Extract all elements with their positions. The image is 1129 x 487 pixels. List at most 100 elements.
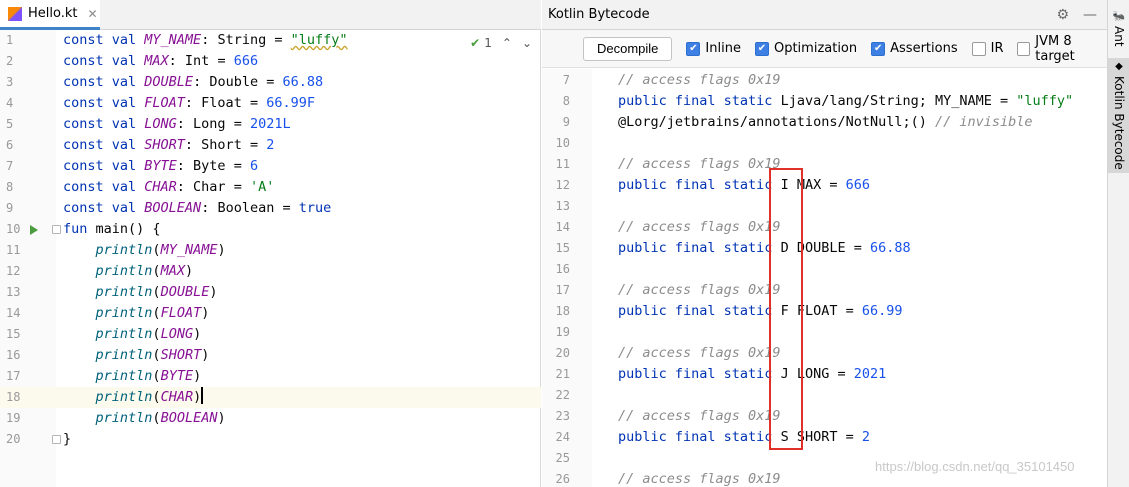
code-token: BYTE bbox=[144, 158, 177, 174]
code-token: // invisible bbox=[934, 114, 1033, 130]
code-token: 2021L bbox=[249, 116, 291, 132]
option-ir[interactable]: IR bbox=[971, 41, 1004, 56]
code-line: println(DOUBLE) bbox=[56, 282, 541, 303]
gear-icon[interactable]: ⚙ bbox=[1056, 7, 1069, 23]
code-token: public final static bbox=[618, 429, 781, 445]
code-token: @Lorg/jetbrains/annotations/NotNull;() bbox=[618, 114, 935, 130]
code-token: 66.88 bbox=[869, 240, 911, 256]
code-token: println bbox=[95, 284, 153, 300]
code-token: : Boolean = bbox=[201, 200, 299, 216]
line-number: 7 bbox=[6, 159, 14, 173]
checkbox-checked-icon[interactable]: ✔ bbox=[754, 41, 769, 56]
code-token: // access flags 0x19 bbox=[618, 471, 781, 487]
checkbox-unchecked-icon[interactable] bbox=[971, 41, 986, 56]
code-token: const val bbox=[63, 179, 145, 195]
gutter-line: 4 bbox=[0, 93, 56, 114]
run-icon[interactable] bbox=[30, 225, 38, 235]
code-token: println bbox=[95, 305, 153, 321]
code-token: const val bbox=[63, 74, 145, 90]
bytecode-line: public final static J LONG = 2021 bbox=[592, 364, 1107, 385]
minimize-icon[interactable]: — bbox=[1083, 7, 1097, 23]
line-number: 24 bbox=[555, 430, 570, 444]
code-token: MAX bbox=[144, 53, 169, 69]
code-token: CHAR bbox=[144, 179, 177, 195]
line-number: 26 bbox=[555, 472, 570, 486]
line-number: 4 bbox=[6, 96, 14, 110]
code-token: public final static bbox=[618, 240, 781, 256]
tab-label: Hello.kt bbox=[28, 6, 78, 21]
bytecode-viewer[interactable]: // access flags 0x19 public final static … bbox=[592, 69, 1107, 487]
code-editor[interactable]: const val MY_NAME: String = "luffy" const… bbox=[56, 30, 541, 487]
code-token: 2 bbox=[861, 429, 870, 445]
code-token: // access flags 0x19 bbox=[618, 72, 781, 88]
option-optimization[interactable]: ✔ Optimization bbox=[754, 41, 857, 56]
option-label: JVM 8 target bbox=[1035, 33, 1075, 64]
code-token: : Long = bbox=[176, 116, 250, 132]
gutter-line: 7 bbox=[0, 156, 56, 177]
line-number: 3 bbox=[6, 75, 14, 89]
option-inline[interactable]: ✔ Inline bbox=[686, 41, 741, 56]
code-line: println(LONG) bbox=[56, 324, 541, 345]
bytecode-line: // access flags 0x19 bbox=[592, 154, 1107, 175]
option-assertions[interactable]: ✔ Assertions bbox=[871, 41, 958, 56]
option-jvm-8-target[interactable]: JVM 8 target bbox=[1017, 34, 1107, 64]
option-label: IR bbox=[990, 41, 1004, 56]
gutter-line: 19 bbox=[0, 408, 56, 429]
chevron-up-icon[interactable]: ⌃ bbox=[502, 36, 512, 50]
code-token: SHORT bbox=[160, 347, 202, 363]
code-line: const val BYTE: Byte = 6 bbox=[56, 156, 541, 177]
inspection-widget[interactable]: ✔ 1 ⌃ ⌄ bbox=[470, 36, 532, 50]
code-token: // access flags 0x19 bbox=[618, 156, 781, 172]
code-line: println(CHAR) bbox=[56, 387, 541, 408]
tab-hello-kt[interactable]: Hello.kt ✕ bbox=[0, 0, 100, 30]
chevron-down-icon[interactable]: ⌄ bbox=[522, 36, 532, 50]
line-number: 6 bbox=[6, 138, 14, 152]
code-token: 2 bbox=[266, 137, 275, 153]
code-token: const val bbox=[63, 53, 145, 69]
code-token: ) bbox=[193, 389, 202, 405]
tool-tab-ant[interactable]: 🐜 Ant bbox=[1108, 8, 1129, 48]
line-number: 21 bbox=[555, 367, 570, 381]
checkbox-checked-icon[interactable]: ✔ bbox=[686, 41, 701, 56]
code-token: const val bbox=[63, 158, 145, 174]
code-token: public final static bbox=[618, 303, 781, 319]
watermark: https://blog.csdn.net/qq_35101450 bbox=[875, 459, 1075, 474]
code-token: "luffy" bbox=[290, 32, 348, 48]
line-number: 5 bbox=[6, 117, 14, 131]
line-number: 13 bbox=[6, 285, 21, 299]
decompile-button[interactable]: Decompile bbox=[583, 36, 673, 61]
code-token: FLOAT bbox=[144, 95, 185, 111]
bytecode-line: public final static D DOUBLE = 66.88 bbox=[592, 238, 1107, 259]
code-token: ( bbox=[152, 410, 161, 426]
line-number: 19 bbox=[555, 325, 570, 339]
line-number: 13 bbox=[555, 199, 570, 213]
code-token: MAX bbox=[160, 263, 185, 279]
code-token: println bbox=[95, 263, 153, 279]
gutter-line: 2 bbox=[0, 51, 56, 72]
line-number: 2 bbox=[6, 54, 14, 68]
code-token: ) bbox=[193, 368, 202, 384]
code-token: println bbox=[95, 326, 153, 342]
code-token: println bbox=[95, 389, 153, 405]
code-token: 666 bbox=[233, 53, 259, 69]
code-line: const val MAX: Int = 666 bbox=[56, 51, 541, 72]
code-token: // access flags 0x19 bbox=[618, 219, 781, 235]
gutter-line: 6 bbox=[0, 135, 56, 156]
code-line: fun main() { bbox=[56, 219, 541, 240]
code-token: LONG bbox=[144, 116, 177, 132]
checkbox-unchecked-icon[interactable] bbox=[1017, 41, 1031, 56]
close-icon[interactable]: ✕ bbox=[87, 7, 97, 21]
gutter-line: 3 bbox=[0, 72, 56, 93]
code-token: public final static bbox=[618, 366, 781, 382]
checkbox-checked-icon[interactable]: ✔ bbox=[871, 41, 886, 56]
code-line: println(FLOAT) bbox=[56, 303, 541, 324]
gutter-line: 20 bbox=[0, 429, 61, 450]
line-number: 17 bbox=[555, 283, 570, 297]
bytecode-line: public final static Ljava/lang/String; M… bbox=[592, 91, 1107, 112]
tool-tab-kotlin-bytecode[interactable]: ◆ Kotlin Bytecode bbox=[1108, 58, 1129, 173]
code-token: // access flags 0x19 bbox=[618, 345, 781, 361]
code-token: BYTE bbox=[160, 368, 194, 384]
